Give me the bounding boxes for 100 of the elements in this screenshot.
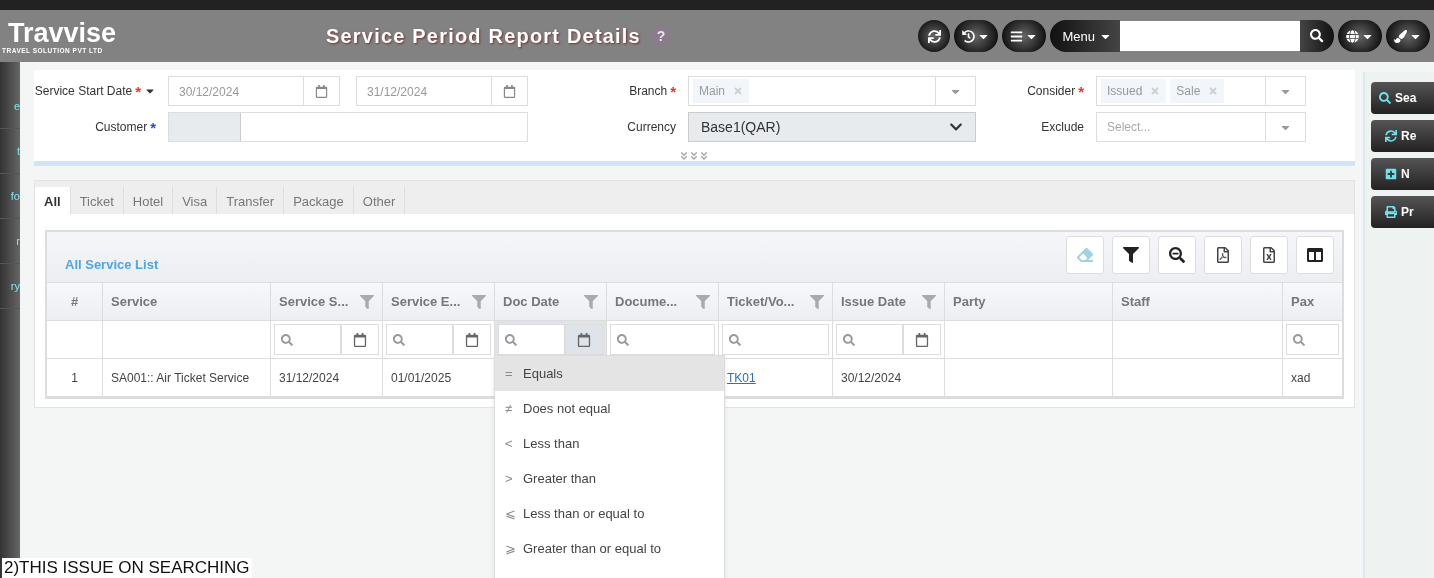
required-mark: * <box>150 118 156 136</box>
menu-item[interactable]: < Less than <box>495 426 724 461</box>
zoom-out-icon <box>1169 247 1185 263</box>
filter-field[interactable] <box>836 324 903 355</box>
toolbar-button[interactable] <box>1204 236 1242 274</box>
table-cell: 30/12/2024 <box>841 370 902 385</box>
column-header[interactable]: Issue Date <box>833 283 945 320</box>
table-cell: 01/01/2025 <box>391 370 452 385</box>
column-header[interactable]: Doc Date <box>495 283 607 320</box>
toolbar-button[interactable] <box>1386 20 1430 52</box>
sidebar-item[interactable]: ry <box>0 264 20 309</box>
calendar-icon <box>577 332 591 347</box>
filter-field[interactable] <box>386 324 453 355</box>
column-header[interactable]: Docume... <box>607 283 719 320</box>
menu-item[interactable]: ⩽ Less than or equal to <box>495 496 724 531</box>
remove-icon[interactable] <box>1150 86 1161 96</box>
field-label: Consider <box>1027 84 1076 98</box>
calendar-icon <box>353 332 367 347</box>
toolbar-button[interactable] <box>1112 236 1150 274</box>
printer-icon <box>1385 206 1397 218</box>
selected-tag: Main <box>693 79 749 103</box>
ticket-link[interactable]: TK01 <box>727 370 756 385</box>
calendar-button[interactable] <box>565 324 603 355</box>
spreadsheet-file-icon <box>1261 247 1277 263</box>
field-label: Branch <box>629 84 668 98</box>
search-icon <box>617 333 629 346</box>
calendar-button[interactable] <box>341 324 379 355</box>
field-label: Service Start Date <box>34 84 133 98</box>
filter-field[interactable] <box>274 324 341 355</box>
remove-icon[interactable] <box>1208 86 1219 96</box>
brush-icon <box>1394 29 1407 43</box>
help-icon[interactable]: ? <box>650 26 671 46</box>
toolbar-button[interactable] <box>1250 236 1288 274</box>
column-header[interactable]: Ticket/Vo... <box>719 283 833 320</box>
column-header[interactable]: Service S... <box>271 283 383 320</box>
history-icon <box>962 29 976 43</box>
filter-icon[interactable] <box>810 294 824 309</box>
menu-item[interactable]: ⩾ Greater than or equal to <box>495 531 724 566</box>
required-mark: * <box>1078 82 1084 100</box>
column-header[interactable]: Pax <box>1283 283 1342 320</box>
sidebar-item[interactable]: r <box>0 219 20 264</box>
customer-field[interactable] <box>168 112 528 142</box>
refresh-icon <box>1385 130 1397 142</box>
column-header[interactable]: Staff <box>1113 283 1283 320</box>
toolbar-button[interactable] <box>1296 236 1334 274</box>
table-cell: xad <box>1291 370 1311 385</box>
menu-button[interactable]: Menu <box>1050 20 1120 52</box>
currency-select[interactable]: Base1(QAR) <box>688 112 976 142</box>
sidebar-item[interactable]: e <box>0 84 20 129</box>
search-icon <box>1310 29 1324 43</box>
toolbar-button[interactable] <box>954 20 999 52</box>
action-button[interactable]: N <box>1371 158 1434 190</box>
search-icon <box>729 333 741 346</box>
toolbar-button[interactable] <box>1002 20 1047 52</box>
toolbar-button[interactable] <box>1338 20 1382 52</box>
caption-text: 2)THIS ISSUE ON SEARCHING <box>2 558 252 578</box>
filter-icon[interactable] <box>922 294 936 309</box>
toolbar-button[interactable] <box>1158 236 1196 274</box>
action-button[interactable]: Pr <box>1371 196 1434 228</box>
toolbar-button[interactable] <box>918 20 951 52</box>
required-mark: * <box>670 82 676 100</box>
menu-item[interactable]: = Equals <box>495 356 724 391</box>
column-header[interactable]: Party <box>945 283 1113 320</box>
calendar-button[interactable] <box>453 324 491 355</box>
columns-icon <box>1307 247 1323 263</box>
filter-icon[interactable] <box>360 294 374 309</box>
filter-icon[interactable] <box>472 294 486 309</box>
search-button[interactable] <box>1300 20 1334 52</box>
search-icon <box>1293 333 1305 346</box>
consider-select[interactable]: Issued Sale <box>1096 76 1306 106</box>
selected-tag: Issued <box>1101 79 1167 103</box>
table-cell: 31/12/2024 <box>279 370 340 385</box>
pdf-file-icon <box>1215 247 1231 263</box>
plus-icon <box>1385 168 1397 180</box>
calendar-button[interactable] <box>903 324 941 355</box>
filter-field[interactable] <box>498 324 565 355</box>
field-label: Exclude <box>1041 120 1084 134</box>
branch-select[interactable]: Main <box>688 76 976 106</box>
tab[interactable]: All <box>35 187 71 215</box>
column-header[interactable]: Service <box>103 283 271 320</box>
search-icon <box>1379 92 1391 104</box>
sidebar-item[interactable]: t <box>0 129 20 174</box>
column-header[interactable]: # <box>47 283 103 320</box>
menu-item[interactable]: > Greater than <box>495 461 724 496</box>
action-button[interactable]: Re <box>1371 120 1434 152</box>
logo-text: Travvise <box>8 18 118 47</box>
required-mark: * <box>135 82 141 100</box>
menu-item[interactable]: ≠ Does not equal <box>495 391 724 426</box>
refresh-icon <box>927 29 941 43</box>
filter-icon[interactable] <box>696 294 710 309</box>
remove-icon[interactable] <box>733 86 743 96</box>
eraser-icon <box>1077 247 1093 263</box>
sidebar-item[interactable]: fo <box>0 174 20 219</box>
filter-icon[interactable] <box>584 294 598 309</box>
search-field[interactable] <box>1120 21 1300 51</box>
menu-icon <box>1010 29 1024 43</box>
action-button[interactable]: Sea <box>1371 82 1434 114</box>
collapse-icon[interactable] <box>679 151 709 161</box>
column-header[interactable]: Service E... <box>383 283 495 320</box>
filter-icon <box>1123 247 1139 263</box>
